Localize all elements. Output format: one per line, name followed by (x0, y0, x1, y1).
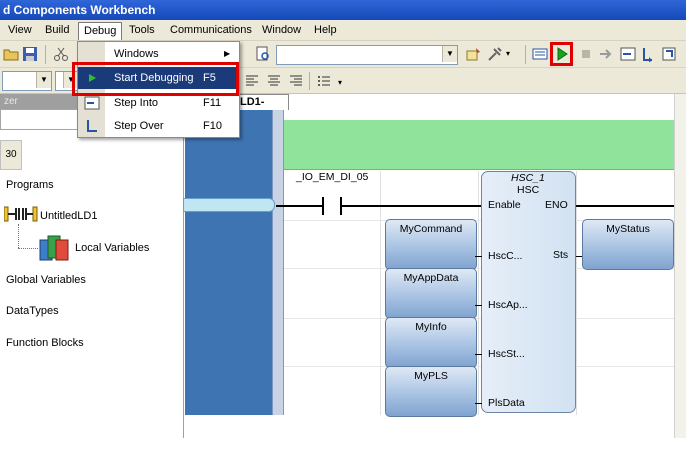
tree-connector (18, 248, 38, 249)
stop-icon[interactable] (578, 46, 594, 62)
organizer-tab-label: 30 (5, 149, 17, 160)
menu-bar: View Build Debug Tools Communications Wi… (0, 20, 686, 41)
wire (475, 403, 482, 404)
tree-programs[interactable]: Programs (6, 179, 54, 191)
grid-line (478, 171, 479, 415)
step-arrow-icon[interactable] (598, 46, 614, 62)
wire (475, 256, 482, 257)
menu-tools[interactable]: Tools (124, 22, 160, 39)
block-instance-name[interactable]: HSC_1 (511, 172, 545, 184)
var-label: MyPLS (414, 370, 448, 382)
var-label: MyCommand (399, 223, 463, 235)
menu-debug[interactable]: Debug (78, 22, 123, 40)
rung-selector[interactable] (183, 198, 275, 212)
ladder-program-icon (4, 206, 38, 222)
power-rail-left (185, 110, 277, 415)
toolbar-separator (45, 45, 46, 64)
align-left-icon[interactable] (244, 73, 260, 89)
toolbar-overflow-icon[interactable]: ▾ (338, 78, 342, 87)
var-label: MyInfo (415, 321, 447, 333)
cut-icon[interactable] (53, 46, 69, 62)
build-icon[interactable] (532, 46, 548, 62)
editor-scrollbar[interactable] (674, 94, 686, 438)
var-mycommand[interactable]: MyCommand (385, 219, 477, 270)
var-mystatus[interactable]: MyStatus (582, 219, 674, 270)
configuration-combo[interactable]: ▼ (276, 45, 458, 65)
save-icon[interactable] (22, 46, 38, 62)
var-myinfo[interactable]: MyInfo (385, 317, 477, 368)
var-mypls[interactable]: MyPLS (385, 366, 477, 417)
start-debugging-icon[interactable] (554, 46, 570, 62)
step-over-icon[interactable] (640, 46, 656, 62)
align-right-icon[interactable] (288, 73, 304, 89)
tree-connector (18, 224, 19, 248)
window-edge (686, 0, 697, 462)
grid-line (576, 171, 577, 415)
toolbar-separator (525, 45, 526, 64)
pin-enable: Enable (488, 199, 521, 211)
pin-hsc-appdata: HscAp... (488, 299, 528, 311)
var-label: MyStatus (606, 223, 650, 235)
rung-wire (276, 205, 322, 207)
print-preview-icon[interactable] (255, 46, 271, 62)
step-into-icon[interactable] (620, 46, 636, 62)
tree-global-variables[interactable]: Global Variables (6, 274, 86, 286)
menu-view[interactable]: View (3, 22, 37, 39)
organizer-tab[interactable]: 30 (0, 140, 22, 170)
menu-item-label: Step Over (114, 120, 164, 132)
tree-datatypes[interactable]: DataTypes (6, 305, 59, 317)
open-icon[interactable] (3, 46, 19, 62)
menu-item-step-over[interactable]: Step Over F10 (78, 115, 239, 137)
properties-icon[interactable] (466, 46, 482, 62)
tree-untitled-ld1[interactable]: UntitledLD1 (40, 210, 97, 222)
toolbar-overflow-icon[interactable]: ▾ (506, 49, 510, 58)
pin-hsc-command: HscC... (488, 250, 523, 262)
menu-item-shortcut: F10 (203, 120, 222, 132)
menu-window[interactable]: Window (257, 22, 306, 39)
pin-eno: ENO (545, 199, 568, 211)
contact-left-bar[interactable] (322, 197, 324, 215)
var-label: MyAppData (403, 272, 459, 284)
pin-sts: Sts (553, 249, 569, 261)
menu-help[interactable]: Help (309, 22, 342, 39)
wire (475, 354, 482, 355)
rung-wire (342, 205, 484, 207)
pane-title: zer (4, 96, 18, 107)
menu-communications[interactable]: Communications (165, 22, 257, 39)
contact-variable-label[interactable]: _IO_EM_DI_05 (296, 171, 368, 183)
block-type-name: HSC (517, 184, 540, 196)
toolbar-separator (309, 72, 310, 90)
align-center-icon[interactable] (266, 73, 282, 89)
var-myappdata[interactable]: MyAppData (385, 268, 477, 319)
chevron-down-icon[interactable]: ▼ (36, 72, 51, 88)
grid-line (380, 171, 381, 415)
tools-icon[interactable] (487, 46, 503, 62)
font-combo[interactable]: ▼ (2, 71, 52, 91)
step-out-icon[interactable] (661, 46, 677, 62)
tree-local-variables[interactable]: Local Variables (75, 242, 149, 254)
wire (475, 305, 482, 306)
tab-ld1-pou[interactable]: LD1-POU (237, 94, 289, 123)
title-bar: d Components Workbench (0, 0, 686, 20)
project-organizer-pane (0, 94, 184, 438)
tree-function-blocks[interactable]: Function Blocks (6, 337, 84, 349)
step-over-icon (87, 120, 97, 132)
step-into-icon (84, 96, 100, 110)
rung-wire (576, 205, 686, 207)
pin-hsc-status-info: HscSt... (488, 348, 525, 360)
highlight-box-start-debugging (72, 62, 239, 96)
window-title: d Components Workbench (3, 3, 156, 17)
pin-pls-data: PlsData (488, 397, 525, 409)
bullet-list-icon[interactable] (316, 73, 332, 89)
menu-build[interactable]: Build (40, 22, 74, 39)
chevron-down-icon[interactable]: ▼ (442, 46, 457, 62)
rung-header (284, 120, 686, 170)
local-variables-icon (39, 235, 69, 261)
rung-margin (272, 110, 284, 415)
